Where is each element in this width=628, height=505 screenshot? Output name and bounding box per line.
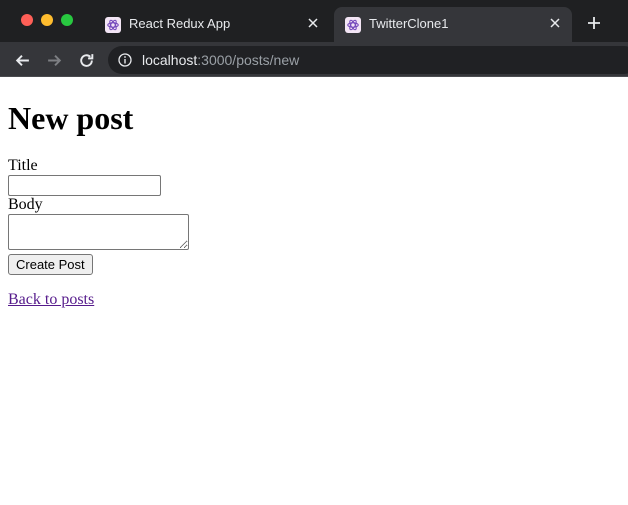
new-post-form: Title Body Create Post <box>8 157 620 275</box>
tab-close-icon[interactable] <box>305 15 321 31</box>
page-content: New post Title Body Create Post Back to … <box>8 78 620 309</box>
back-arrow-icon[interactable] <box>12 50 32 70</box>
forward-arrow-icon[interactable] <box>44 50 64 70</box>
tab-close-icon[interactable] <box>547 15 563 31</box>
new-tab-plus-icon[interactable] <box>585 14 603 32</box>
window-minimize-button[interactable] <box>41 14 53 26</box>
tab-twitterclone1[interactable]: TwitterClone1 <box>334 7 572 42</box>
title-input[interactable] <box>8 175 161 196</box>
back-link-container: Back to posts <box>8 291 620 309</box>
window-maximize-button[interactable] <box>61 14 73 26</box>
create-post-button[interactable]: Create Post <box>8 254 93 275</box>
back-to-posts-link[interactable]: Back to posts <box>8 291 94 308</box>
redux-icon <box>105 17 121 33</box>
reload-icon[interactable] <box>76 50 96 70</box>
page-title: New post <box>8 100 134 136</box>
tab-title: React Redux App <box>129 16 231 31</box>
redux-icon <box>345 17 361 33</box>
url-path: :3000/posts/new <box>197 52 300 68</box>
address-url[interactable]: localhost:3000/posts/new <box>142 52 299 68</box>
body-label: Body <box>8 196 43 213</box>
body-textarea[interactable] <box>8 214 189 250</box>
title-label: Title <box>8 157 38 174</box>
url-host: localhost <box>142 52 198 68</box>
tab-title: TwitterClone1 <box>369 16 449 31</box>
browser-toolbar: localhost:3000/posts/new <box>0 42 628 77</box>
tab-react-redux-app[interactable]: React Redux App <box>94 7 330 42</box>
address-bar[interactable]: localhost:3000/posts/new <box>108 46 628 74</box>
browser-tab-bar: React Redux App TwitterClone1 <box>0 0 628 42</box>
window-close-button[interactable] <box>21 14 33 26</box>
site-info-icon[interactable] <box>118 53 132 67</box>
